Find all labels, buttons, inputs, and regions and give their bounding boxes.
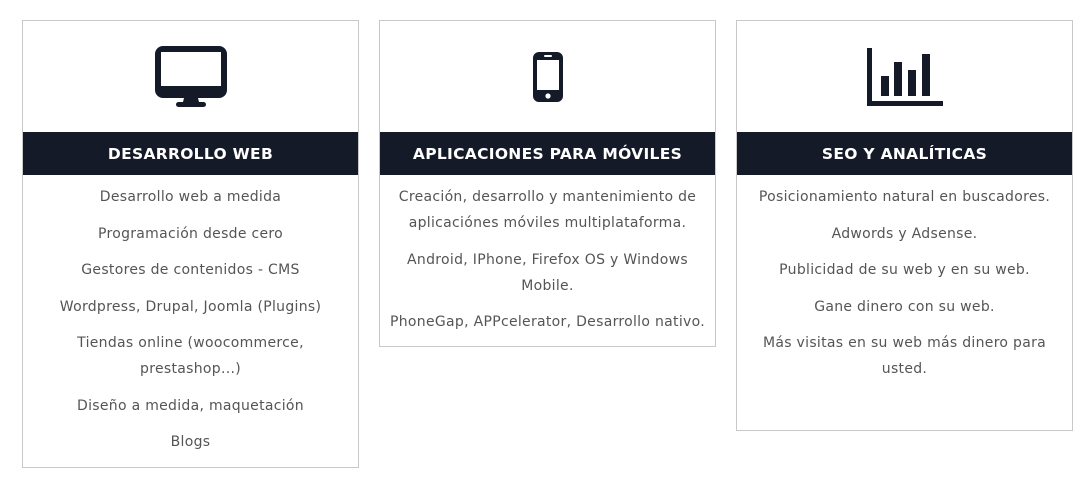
feature-item: Más visitas en su web más dinero para us…: [762, 335, 1047, 377]
card-title: DESARROLLO WEB: [23, 132, 358, 175]
desktop-monitor-icon: [154, 45, 227, 107]
feature-item: Publicidad de su web y en su web.: [779, 262, 1030, 278]
feature-item: Android, IPhone, Firefox OS y Windows Mo…: [407, 251, 688, 294]
service-card-desarrollo-web: DESARROLLO WEB Desarrollo web a medida P…: [22, 20, 359, 468]
feature-list: Desarrollo web a medida Programación des…: [23, 175, 358, 455]
card-icon-area: [737, 21, 1072, 132]
feature-item: Tiendas online (woocommerce, prestashop.…: [77, 335, 304, 377]
card-title: SEO Y ANALÍTICAS: [737, 132, 1072, 175]
feature-item: Blogs: [170, 434, 211, 450]
feature-item: Posicionamiento natural en buscadores.: [758, 189, 1051, 205]
feature-list: Posicionamiento natural en buscadores. A…: [737, 175, 1072, 382]
feature-item: Wordpress, Drupal, Joomla (Plugins): [59, 298, 322, 315]
card-title: APLICACIONES PARA MÓVILES: [380, 132, 715, 175]
feature-item: Desarrollo web a medida: [99, 189, 282, 205]
feature-item: Gane dinero con su web.: [814, 298, 995, 315]
feature-item: PhoneGap, APPcelerator, Desarrollo nativ…: [390, 314, 705, 330]
mobile-phone-icon: [532, 51, 563, 102]
feature-item: Adwords y Adsense.: [831, 225, 978, 242]
feature-list: Creación, desarrollo y mantenimiento de …: [380, 175, 715, 335]
service-card-seo-analiticas: SEO Y ANALÍTICAS Posicionamiento natural…: [736, 20, 1073, 431]
card-icon-area: [380, 21, 715, 132]
feature-item: Creación, desarrollo y mantenimiento de …: [398, 189, 697, 231]
feature-item: Gestores de contenidos - CMS: [81, 262, 300, 278]
card-icon-area: [23, 21, 358, 132]
feature-item: Programación desde cero: [97, 225, 284, 242]
service-card-aplicaciones-moviles: APLICACIONES PARA MÓVILES Creación, desa…: [379, 20, 716, 347]
bar-chart-icon: [866, 47, 943, 106]
feature-item: Diseño a medida, maquetación: [77, 397, 304, 414]
